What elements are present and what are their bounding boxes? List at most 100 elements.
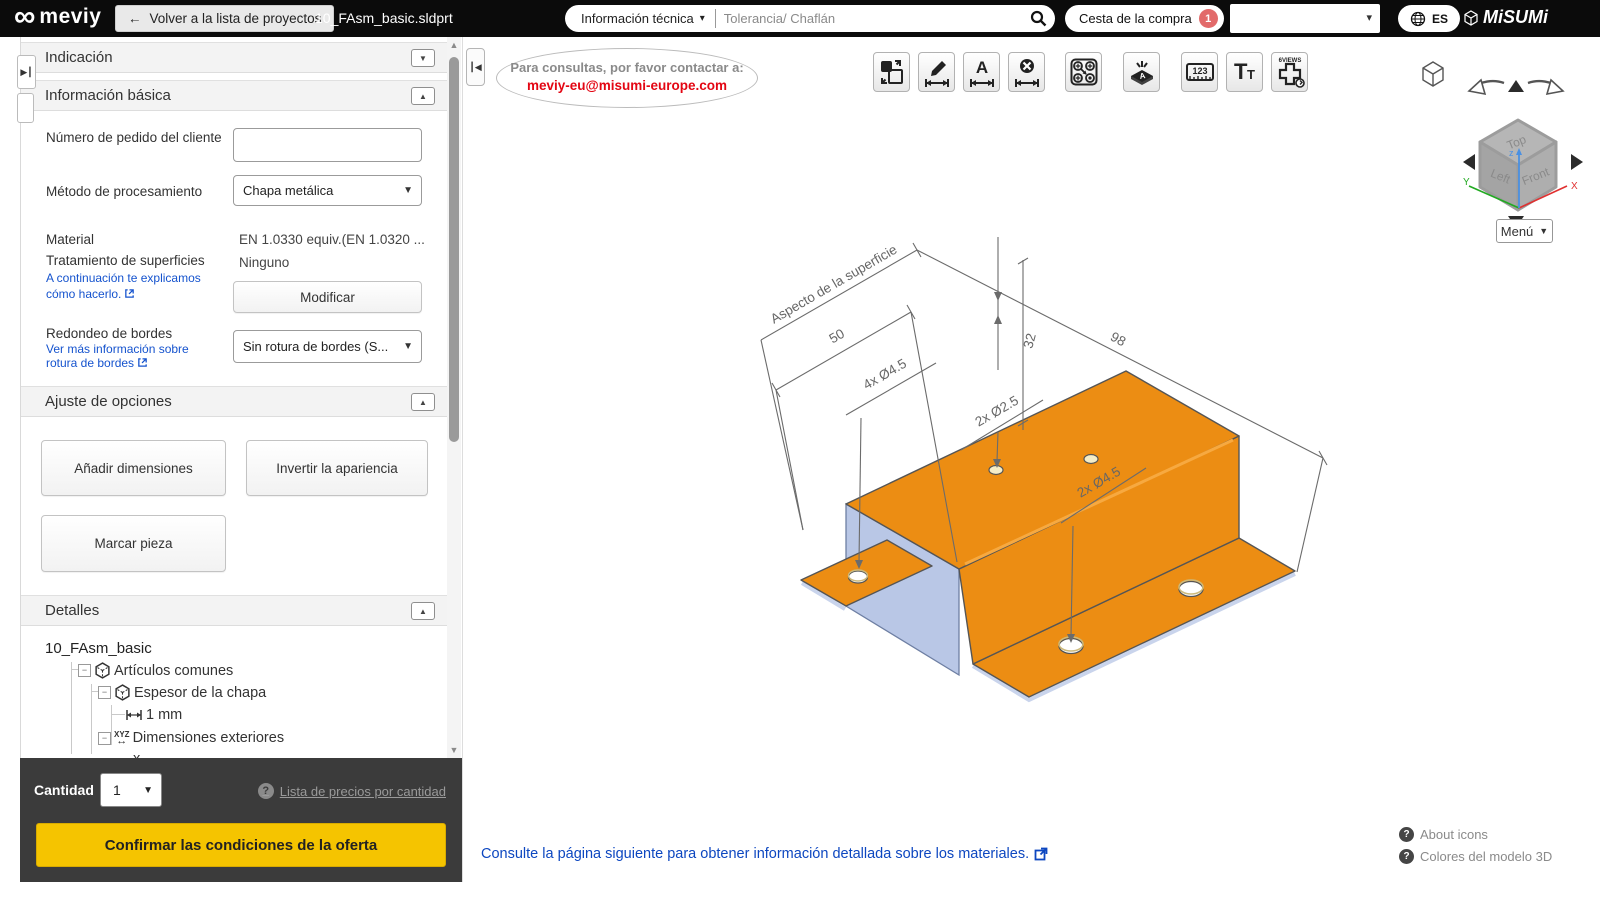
part-marking-glyph: A [1127, 57, 1157, 87]
delete-dimension-glyph [1014, 57, 1040, 87]
dimension-icon [125, 709, 143, 721]
brand-name: meviy [39, 5, 101, 29]
scroll-down-arrow[interactable]: ▼ [449, 745, 459, 755]
model-3d-view[interactable]: Aspecto de la superficie 50 4x Ø4.5 98 3… [621, 200, 1381, 740]
svg-text:T: T [1247, 67, 1255, 82]
text-size-icon[interactable]: TT [1226, 52, 1263, 92]
part-marking-icon[interactable]: A [1123, 52, 1160, 92]
contact-text: Para consultas, por favor contactar a: [497, 60, 757, 75]
quantity-select[interactable]: 1 ▼ [100, 773, 162, 807]
collapse-chevron-button[interactable]: ▲ [411, 602, 435, 620]
model-colors-link[interactable]: ? Colores del modelo 3D [1399, 849, 1552, 864]
six-views-glyph: 6VIEWS [1274, 55, 1306, 89]
question-icon: ? [258, 783, 274, 799]
panel-collapse-button[interactable]: ┃◀ [466, 48, 485, 86]
price-list-link[interactable]: ? Lista de precios por cantidad [258, 783, 446, 799]
surface-help-link[interactable]: A continuación te explicamos [46, 271, 201, 285]
confirm-offer-button[interactable]: Confirmar las condiciones de la oferta [36, 823, 446, 867]
rotate-up-arrow[interactable] [1508, 80, 1524, 92]
tree-item-dimensiones-exteriores[interactable]: − XYZ ↔ Dimensiones exteriores [98, 730, 284, 746]
rotate-right-icon[interactable] [1528, 80, 1563, 94]
edit-dimension-icon[interactable] [918, 52, 955, 92]
chevron-down-icon: ▾ [700, 13, 705, 24]
xyz-dimension-icon: XYZ ↔ [114, 731, 130, 745]
edge-help-link2[interactable]: rotura de bordes [46, 356, 148, 370]
svg-text:T: T [1234, 60, 1248, 84]
edit-dimension-glyph [924, 57, 950, 87]
tree-collapse-icon[interactable]: − [98, 732, 111, 745]
edge-rounding-select[interactable]: Sin rotura de bordes (S... ▼ [233, 330, 422, 363]
scroll-up-arrow[interactable]: ▲ [449, 40, 459, 50]
chevron-down-icon: ▼ [403, 185, 413, 196]
hole-pattern-icon[interactable] [1065, 52, 1102, 92]
question-icon: ? [1399, 849, 1414, 864]
top-hole [1084, 455, 1098, 464]
sidebar-collapse-handle[interactable]: ▶┃ [17, 55, 36, 89]
back-arrow-icon: ← [128, 11, 142, 26]
contact-email-link[interactable]: meviy-eu@misumi-europe.com [497, 78, 757, 93]
surface-help-link2[interactable]: cómo hacerlo. [46, 287, 135, 301]
hole-pattern-glyph [1070, 58, 1098, 86]
mark-part-button[interactable]: Marcar pieza [41, 515, 226, 572]
box-icon [1463, 10, 1479, 26]
isometric-view-icon[interactable] [1423, 62, 1443, 86]
invert-appearance-button[interactable]: Invertir la apariencia [246, 440, 428, 496]
surface-note: Aspecto de la superficie [768, 242, 900, 327]
section-detalles[interactable]: Detalles ▲ [21, 595, 448, 626]
misumi-logo[interactable]: MiSUMi [1463, 7, 1548, 28]
axis-y-label: Y [1463, 177, 1470, 188]
sidebar-scrollbar-thumb[interactable] [449, 57, 459, 442]
tree-collapse-icon[interactable]: − [78, 664, 91, 677]
processing-method-select[interactable]: Chapa metálica ▼ [233, 175, 422, 206]
tree-collapse-icon[interactable]: − [98, 686, 111, 699]
rotate-right-arrow[interactable] [1571, 154, 1583, 170]
search-input[interactable] [716, 11, 1021, 26]
config-sidebar: Indicación ▼ Información básica ▲ Número… [20, 37, 447, 882]
tree-root[interactable]: 10_FAsm_basic [45, 640, 152, 657]
external-link-icon [1034, 847, 1048, 861]
chevron-down-icon: ▾ [1366, 11, 1372, 24]
about-icons-link[interactable]: ? About icons [1399, 827, 1488, 842]
surface-treatment-value: Ninguno [239, 255, 289, 270]
section-informacion-basica[interactable]: Información básica ▲ [21, 80, 448, 111]
dim-4x-d45: 4x Ø4.5 [861, 356, 909, 393]
view-menu-button[interactable]: Menú ▼ [1496, 219, 1553, 243]
edge-help-link[interactable]: Ver más información sobre [46, 342, 189, 356]
section-indicacion[interactable]: Indicación ▼ [21, 42, 448, 73]
cart-badge: 1 [1199, 9, 1218, 28]
dim-32: 32 [1020, 332, 1038, 350]
six-views-icon[interactable]: 6VIEWS [1271, 52, 1308, 92]
sidebar-handle-secondary[interactable] [17, 93, 34, 123]
measure-icon[interactable]: 123 [1181, 52, 1218, 92]
language-button[interactable]: ES [1398, 5, 1460, 32]
materials-info-link[interactable]: Consulte la página siguiente para obtene… [481, 846, 1048, 862]
modify-button[interactable]: Modificar [233, 281, 422, 313]
replace-part-icon[interactable] [873, 52, 910, 92]
top-bar: ∞ meviy ← Volver a la lista de proyectos… [0, 0, 1600, 37]
meviy-logo[interactable]: ∞ meviy [14, 3, 101, 31]
add-dimensions-button[interactable]: Añadir dimensiones [41, 440, 226, 496]
collapse-chevron-button[interactable]: ▲ [411, 87, 435, 105]
rotate-left-icon[interactable] [1469, 80, 1504, 94]
tree-item-thickness-value[interactable]: 1 mm [125, 707, 182, 723]
file-name: 10_FAsm_basic.sldprt [315, 10, 453, 26]
delete-dimension-icon[interactable] [1008, 52, 1045, 92]
search-icon[interactable] [1021, 5, 1055, 32]
back-to-projects-button[interactable]: ← Volver a la lista de proyectos [115, 5, 334, 32]
text-dimension-icon[interactable]: A [963, 52, 1000, 92]
project-dropdown[interactable]: ▾ [1230, 4, 1380, 33]
contact-note: Para consultas, por favor contactar a: m… [496, 48, 758, 108]
infinity-icon: ∞ [14, 3, 35, 31]
search-category-select[interactable]: Información técnica ▾ [565, 11, 715, 26]
expand-chevron-button[interactable]: ▼ [411, 49, 435, 67]
order-number-input[interactable] [233, 128, 422, 162]
cart-button[interactable]: Cesta de la compra 1 [1065, 5, 1224, 32]
replace-part-glyph [879, 58, 905, 86]
order-number-label: Número de pedido del cliente [46, 130, 246, 146]
tree-item-espesor[interactable]: − Espesor de la chapa [98, 684, 266, 701]
section-ajuste-opciones[interactable]: Ajuste de opciones ▲ [21, 386, 448, 417]
collapse-chevron-button[interactable]: ▲ [411, 393, 435, 411]
rotate-left-arrow[interactable] [1463, 154, 1475, 170]
tree-item-articulos-comunes[interactable]: − Artículos comunes [78, 662, 233, 679]
material-label: Material [46, 232, 246, 248]
